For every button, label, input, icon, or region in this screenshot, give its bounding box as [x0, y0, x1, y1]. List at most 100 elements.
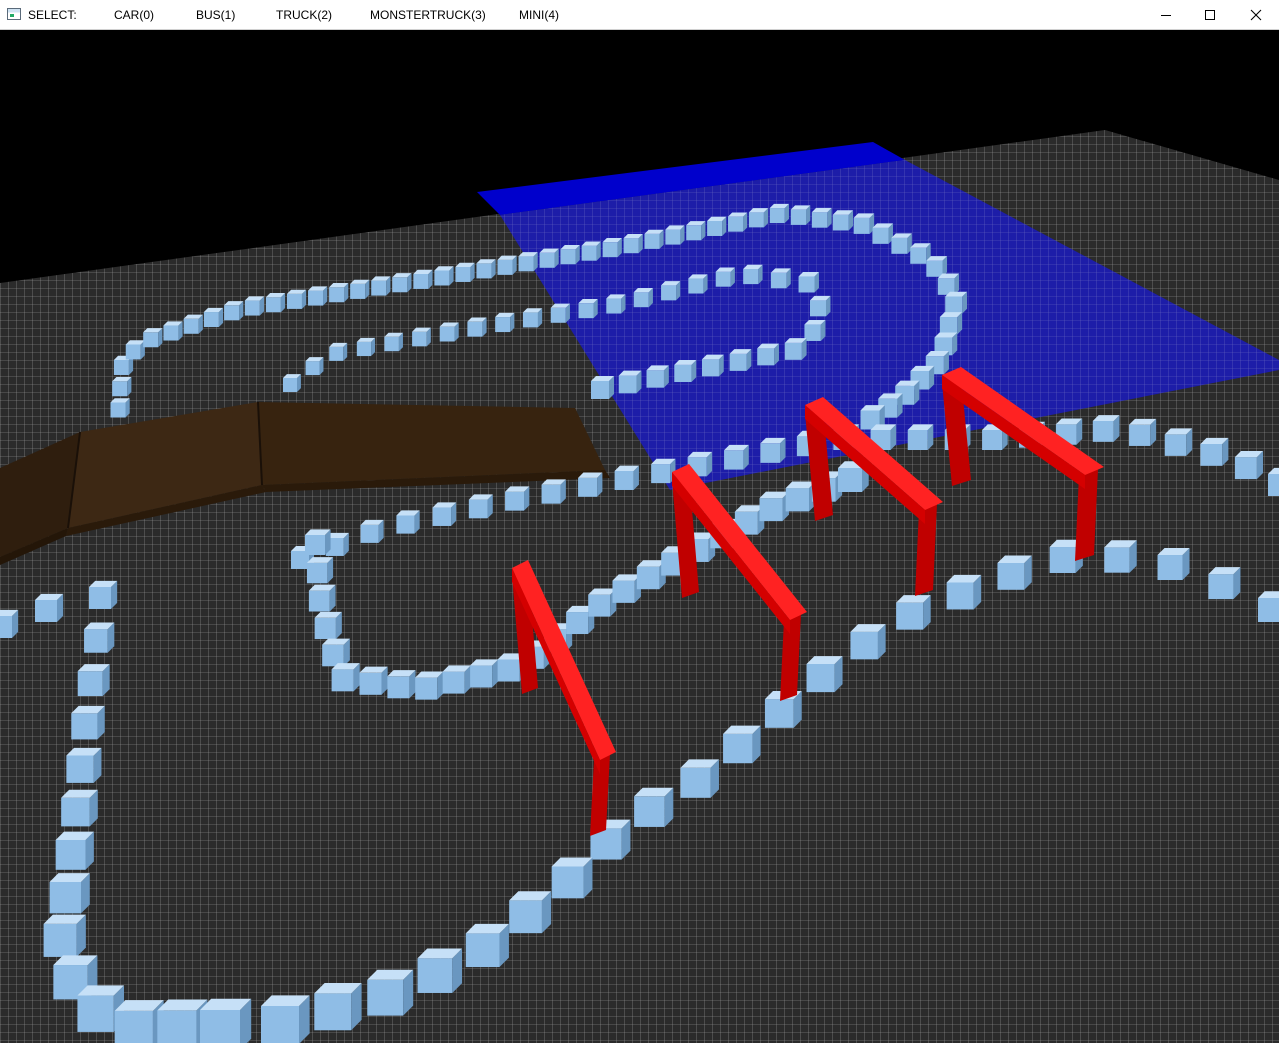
- cone-marker: [356, 337, 376, 357]
- cone-marker: [1164, 428, 1193, 456]
- cone-marker: [55, 831, 94, 870]
- select-label: SELECT:: [28, 8, 77, 22]
- cone-marker: [651, 458, 676, 484]
- cone-marker: [1129, 418, 1157, 446]
- cone-marker: [612, 574, 642, 603]
- cone-marker: [367, 969, 414, 1016]
- cone-marker: [442, 665, 471, 694]
- cone-marker: [497, 255, 517, 275]
- cone-marker: [77, 664, 110, 697]
- cone-marker: [853, 213, 875, 234]
- cone-marker: [634, 787, 674, 827]
- cone-marker: [308, 286, 328, 306]
- cone-marker: [0, 609, 19, 638]
- cone-marker: [832, 210, 854, 231]
- cone-marker: [614, 465, 639, 490]
- minimize-icon: [1161, 15, 1171, 16]
- cone-marker: [286, 289, 307, 309]
- cone-marker: [539, 248, 559, 268]
- close-button[interactable]: [1233, 0, 1279, 30]
- cone-marker: [946, 574, 982, 610]
- cone-marker: [1092, 415, 1120, 442]
- cone-marker: [84, 622, 115, 653]
- cone-marker: [618, 370, 642, 394]
- cone-marker: [71, 705, 105, 740]
- cone-marker: [811, 207, 832, 228]
- cone-marker: [157, 999, 208, 1043]
- cone-marker: [432, 502, 457, 526]
- cone-marker: [61, 789, 98, 827]
- cone-marker: [623, 234, 643, 254]
- cone-marker: [415, 671, 444, 700]
- cone-marker: [359, 666, 388, 695]
- cone-marker: [110, 398, 130, 418]
- cone-marker: [707, 216, 727, 236]
- cone-marker: [1208, 567, 1241, 600]
- cone-marker: [470, 659, 499, 688]
- cone-marker: [163, 321, 183, 341]
- cone-marker: [798, 272, 819, 293]
- cone-marker: [760, 437, 786, 463]
- cone-marker: [945, 291, 968, 314]
- cone-marker: [35, 593, 64, 622]
- cone-marker: [468, 494, 493, 519]
- game-viewport[interactable]: [0, 30, 1279, 1043]
- cone-marker: [804, 319, 826, 341]
- cone-marker: [1234, 450, 1264, 480]
- cone-marker: [329, 342, 348, 361]
- cone-marker: [591, 375, 615, 399]
- cone-marker: [308, 584, 336, 612]
- vehicle-option-truck[interactable]: TRUCK(2): [276, 8, 332, 22]
- cone-marker: [66, 747, 102, 783]
- cone-marker: [551, 857, 593, 899]
- cone-marker: [371, 276, 391, 296]
- cone-marker: [112, 377, 132, 397]
- cone-marker: [997, 555, 1032, 590]
- vehicle-option-car[interactable]: CAR(0): [114, 8, 154, 22]
- cone-marker: [790, 205, 811, 225]
- cone-marker: [261, 995, 310, 1043]
- cone-marker: [728, 212, 748, 232]
- cone-marker: [606, 294, 626, 314]
- vehicle-option-mini[interactable]: MINI(4): [519, 8, 559, 22]
- cone-marker: [322, 638, 350, 667]
- minimize-button[interactable]: [1143, 0, 1189, 30]
- cone-marker: [305, 529, 331, 555]
- cone-marker: [729, 349, 752, 371]
- cone-marker: [724, 444, 749, 470]
- cone-marker: [588, 588, 617, 617]
- cone-marker: [937, 273, 960, 295]
- cone-marker: [434, 266, 454, 286]
- cone-marker: [1200, 437, 1229, 466]
- cone-marker: [387, 670, 416, 699]
- cone-marker: [646, 365, 669, 388]
- cone-marker: [439, 322, 459, 342]
- cone-marker: [743, 264, 763, 285]
- cone-marker: [360, 519, 384, 543]
- cone-marker: [715, 267, 735, 287]
- cone-marker: [305, 357, 324, 376]
- cone-marker: [518, 252, 538, 272]
- cone-marker: [759, 491, 789, 522]
- cone-marker: [633, 287, 653, 308]
- cone-marker: [455, 262, 475, 282]
- cone-marker: [665, 225, 685, 245]
- cone-marker: [723, 725, 761, 764]
- cone-marker: [392, 273, 412, 293]
- cone-marker: [541, 479, 566, 504]
- vehicle-option-monstertruck[interactable]: MONSTERTRUCK(3): [370, 8, 486, 22]
- cone-marker: [748, 208, 769, 228]
- maximize-icon: [1205, 10, 1215, 20]
- cone-marker: [784, 338, 807, 360]
- cone-marker: [850, 624, 886, 660]
- maximize-button[interactable]: [1187, 0, 1233, 30]
- cone-marker: [644, 229, 664, 249]
- cone-marker: [43, 914, 86, 957]
- cone-marker: [581, 241, 601, 261]
- cone-marker: [701, 354, 724, 377]
- cone-marker: [384, 332, 403, 352]
- vehicle-option-bus[interactable]: BUS(1): [196, 8, 235, 22]
- cone-marker: [495, 312, 515, 333]
- cone-marker: [578, 472, 603, 497]
- cone-marker: [244, 296, 265, 316]
